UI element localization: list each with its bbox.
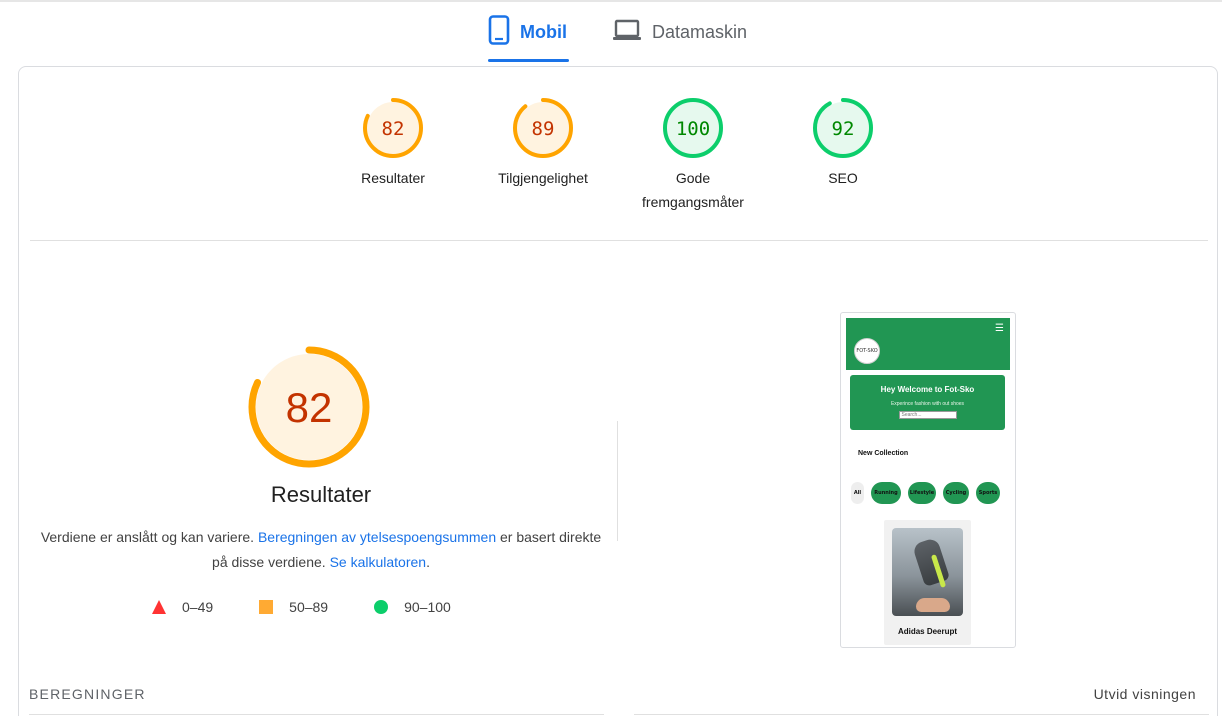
calculator-link[interactable]: Se kalkulatoren	[330, 554, 427, 570]
gauge-best-practices-ring: 100	[663, 98, 723, 158]
site-logo: FOT-SKO	[854, 338, 880, 364]
legend-pass: 90–100	[374, 599, 451, 615]
product-name: Adidas Deerupt	[897, 627, 958, 636]
page-screenshot[interactable]: FOT-SKO ☰ Hey Welcome to Fot-Sko Experin…	[840, 312, 1016, 648]
desc-text-1: Verdiene er anslått og kan variere.	[40, 529, 258, 545]
performance-description: Verdiene er anslått og kan variere. Bere…	[39, 525, 603, 575]
gauge-performance-score: 82	[382, 118, 405, 140]
gauge-performance-ring: 82	[363, 98, 423, 158]
gauge-seo-score: 92	[832, 118, 855, 140]
legend-fail-range: 0–49	[182, 599, 214, 615]
hero-title: Hey Welcome to Fot-Sko	[880, 385, 975, 394]
filter-running: Running	[871, 482, 901, 504]
product-image	[892, 528, 963, 616]
gauge-best-practices[interactable]: 100 Gode fremgangsmåter	[628, 96, 758, 214]
tab-mobile[interactable]: Mobil	[488, 2, 569, 62]
hand-shape	[916, 598, 950, 612]
hamburger-menu-icon: ☰	[995, 323, 1004, 334]
tab-desktop-label: Datamaskin	[652, 21, 748, 42]
active-tab-indicator	[488, 59, 569, 62]
legend-average: 50–89	[259, 599, 328, 615]
metrics-divider-right	[634, 714, 1209, 715]
desc-text-3: .	[426, 554, 430, 570]
legend-average-range: 50–89	[289, 599, 329, 615]
laptop-icon	[612, 18, 642, 47]
score-calc-link[interactable]: Beregningen av ytelsespoengsummen	[258, 529, 496, 545]
metrics-heading: BEREGNINGER	[29, 686, 146, 702]
gauge-performance-label: Resultater	[361, 170, 425, 186]
vertical-divider	[617, 421, 618, 541]
filter-lifestyle: Lifestyle	[908, 482, 936, 504]
filter-sports: Sports	[976, 482, 1000, 504]
circle-icon	[374, 600, 389, 614]
legend-fail: 0–49	[152, 599, 213, 615]
filter-all: All	[851, 482, 864, 504]
tab-mobile-label: Mobil	[520, 21, 567, 42]
shoe-shape	[911, 537, 951, 587]
hero-subtitle: Experince fashion with out shoes	[890, 401, 965, 407]
gauge-best-practices-score: 100	[676, 118, 710, 140]
device-tabs: Mobil Datamaskin	[0, 2, 1222, 62]
expand-view-button[interactable]: Utvid visningen	[1094, 686, 1196, 702]
legend-pass-range: 90–100	[404, 599, 451, 615]
score-legend: 0–49 50–89 90–100	[152, 599, 497, 615]
gauge-accessibility-score: 89	[532, 118, 555, 140]
gauge-seo[interactable]: 92 SEO	[778, 96, 908, 190]
performance-gauge-large: 82	[247, 345, 371, 474]
site-hero: Hey Welcome to Fot-Sko Experince fashion…	[850, 375, 1005, 430]
performance-gauge-ring: 82	[248, 346, 370, 468]
triangle-icon	[152, 600, 166, 614]
metrics-divider-left	[29, 714, 604, 715]
phone-icon	[488, 14, 510, 50]
product-card: Adidas Deerupt	[884, 520, 971, 645]
performance-title: Resultater	[270, 482, 372, 507]
filter-cycling: Cycling	[943, 482, 969, 504]
gauge-performance[interactable]: 82 Resultater	[328, 96, 458, 190]
summary-divider	[30, 240, 1208, 241]
site-search-input: Search...	[898, 411, 957, 419]
report-card: 82 Resultater 89 Tilgjengelighet 100 God…	[18, 66, 1218, 716]
filter-pills: All Running Lifestyle Cycling Sports	[851, 482, 1000, 504]
square-icon	[259, 600, 274, 614]
tab-desktop[interactable]: Datamaskin	[612, 2, 762, 62]
gauge-accessibility-ring: 89	[513, 98, 573, 158]
site-header: FOT-SKO ☰	[846, 318, 1010, 370]
gauge-seo-label: SEO	[828, 170, 858, 186]
section-heading: New Collection	[858, 450, 909, 457]
performance-score-large: 82	[286, 384, 333, 431]
gauge-seo-ring: 92	[813, 98, 873, 158]
gauge-best-practices-label: Gode fremgangsmåter	[642, 170, 744, 210]
gauge-accessibility[interactable]: 89 Tilgjengelighet	[478, 96, 608, 190]
gauge-accessibility-label: Tilgjengelighet	[498, 170, 588, 186]
